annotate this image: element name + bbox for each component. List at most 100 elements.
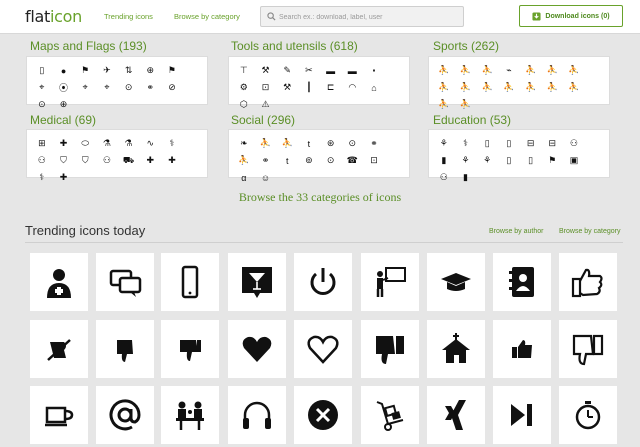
category-mini-icon[interactable]: ⚇ [31,152,53,169]
category-mini-icon[interactable]: α [233,169,255,186]
category-mini-icon[interactable]: ❧ [233,135,255,152]
category-mini-icon[interactable]: ⛟ [118,152,140,169]
category-title-education[interactable]: Education (53) [433,113,511,127]
category-mini-icon[interactable]: ⚒ [276,79,298,96]
category-mini-icon[interactable]: ▯ [31,62,53,79]
trending-tile[interactable] [427,386,485,444]
category-mini-icon[interactable]: ⌂ [363,79,385,96]
download-icons-button[interactable]: Download icons (0) [519,5,623,27]
category-mini-icon[interactable]: ☺ [255,169,277,186]
category-mini-icon[interactable]: ▯ [520,152,542,169]
trending-tile[interactable] [427,320,485,378]
category-mini-icon[interactable]: ⚘ [455,152,477,169]
category-mini-icon[interactable]: ⊞ [31,135,53,152]
category-mini-icon[interactable]: ⊡ [363,152,385,169]
trending-tile[interactable] [228,320,286,378]
category-mini-icon[interactable]: ⬭ [74,135,96,152]
category-title-social[interactable]: Social (296) [231,113,295,127]
category-mini-icon[interactable]: ⊟ [520,135,542,152]
category-icons-tools[interactable]: ⊤ ⚒ ✎ ✂ ▬ ▬ ⬝ ⚙ ⊡ ⚒ ┃ ⊏ ◠ ⌂ ⬡ ⚠ [228,56,410,109]
flaticon-logo[interactable]: flaticon [25,7,82,26]
category-mini-icon[interactable]: ⊘ [161,79,183,96]
trending-tile[interactable] [161,253,219,311]
category-mini-icon[interactable]: ⇅ [118,62,140,79]
category-mini-icon[interactable]: ⬝ [363,62,385,79]
category-title-medical[interactable]: Medical (69) [30,113,96,127]
category-mini-icon[interactable]: ▮ [455,169,477,186]
trending-tile[interactable] [228,253,286,311]
category-mini-icon[interactable]: ⚑ [541,152,563,169]
trending-tile[interactable] [493,386,551,444]
category-mini-icon[interactable]: ⊕ [139,62,161,79]
category-mini-icon[interactable]: ⛹ [433,96,455,113]
category-mini-icon[interactable]: ◠ [341,79,363,96]
browse-by-author-link[interactable]: Browse by author [489,228,543,235]
category-mini-icon[interactable]: ⚠ [255,96,277,113]
category-mini-icon[interactable]: ⛹ [563,62,585,79]
category-mini-icon[interactable]: ⛉ [74,152,96,169]
trending-tile[interactable] [294,386,352,444]
trending-tile[interactable] [161,386,219,444]
category-mini-icon[interactable]: ⌁ [498,62,520,79]
category-mini-icon[interactable]: ▯ [498,152,520,169]
category-mini-icon[interactable]: ⚇ [433,169,455,186]
category-mini-icon[interactable]: ⊙ [320,152,342,169]
category-mini-icon[interactable]: ⚇ [563,135,585,152]
category-mini-icon[interactable]: ⛉ [53,152,75,169]
category-mini-icon[interactable]: ⊤ [233,62,255,79]
category-mini-icon[interactable]: ⛹ [455,62,477,79]
category-mini-icon[interactable]: ⚕ [161,135,183,152]
category-mini-icon[interactable]: ▯ [498,135,520,152]
nav-trending-icons[interactable]: Trending icons [104,12,153,21]
category-mini-icon[interactable]: ┃ [298,79,320,96]
category-mini-icon[interactable]: ⚙ [233,79,255,96]
category-mini-icon[interactable]: ▣ [563,152,585,169]
category-mini-icon[interactable]: ⚘ [433,135,455,152]
trending-tile[interactable] [30,320,88,378]
category-mini-icon[interactable]: ⚗ [96,135,118,152]
category-mini-icon[interactable]: ⊚ [298,152,320,169]
trending-tile[interactable] [161,320,219,378]
category-mini-icon[interactable]: ▮ [433,152,455,169]
trending-tile[interactable] [361,253,419,311]
category-mini-icon[interactable]: ⛹ [541,62,563,79]
category-mini-icon[interactable]: ⊛ [320,135,342,152]
category-icons-social[interactable]: ❧ ⛹ ⛹ t ⊛ ⊙ ⚭ ⛹ ⚭ t ⊚ ⊙ ☎ ⊡ α ☺ [228,129,410,183]
trending-tile[interactable] [559,253,617,311]
category-mini-icon[interactable]: ⚇ [96,152,118,169]
trending-tile[interactable] [294,320,352,378]
category-mini-icon[interactable]: ⛹ [476,79,498,96]
category-mini-icon[interactable]: ⛹ [276,135,298,152]
category-mini-icon[interactable]: ∿ [139,135,161,152]
category-mini-icon[interactable]: ⌖ [96,79,118,96]
category-mini-icon[interactable]: ▬ [320,62,342,79]
trending-tile[interactable] [559,320,617,378]
category-mini-icon[interactable]: ⊙ [118,79,140,96]
category-mini-icon[interactable]: ⚭ [139,79,161,96]
category-mini-icon[interactable]: ● [53,62,75,79]
category-mini-icon[interactable]: ⚗ [118,135,140,152]
category-mini-icon[interactable]: ⛹ [433,62,455,79]
category-mini-icon[interactable]: ⛹ [520,79,542,96]
category-mini-icon[interactable]: ⛹ [563,79,585,96]
trending-tile[interactable] [30,386,88,444]
category-mini-icon[interactable]: ▬ [341,62,363,79]
category-icons-medical[interactable]: ⊞ ✚ ⬭ ⚗ ⚗ ∿ ⚕ ⚇ ⛉ ⛉ ⚇ ⛟ ✚ ✚ ⚕ ✚ [26,129,208,182]
category-mini-icon[interactable]: ⚘ [476,152,498,169]
category-mini-icon[interactable]: ⚕ [31,169,53,186]
category-title-tools[interactable]: Tools and utensils (618) [231,39,358,53]
category-mini-icon[interactable]: ✂ [298,62,320,79]
category-mini-icon[interactable]: ⊙ [31,96,53,113]
trending-tile[interactable] [96,320,154,378]
category-mini-icon[interactable]: ⛹ [498,79,520,96]
category-mini-icon[interactable]: ⚭ [363,135,385,152]
category-title-sports[interactable]: Sports (262) [433,39,499,53]
category-mini-icon[interactable]: ⚒ [255,62,277,79]
trending-tile[interactable] [96,386,154,444]
category-mini-icon[interactable]: ⊕ [53,96,75,113]
category-mini-icon[interactable]: ✚ [53,135,75,152]
category-mini-icon[interactable]: ⛹ [476,62,498,79]
category-icons-education[interactable]: ⚘ ⚕ ▯ ▯ ⊟ ⊟ ⚇ ▮ ⚘ ⚘ ▯ ▯ ⚑ ▣ ⚇ ▮ [428,129,610,182]
trending-tile[interactable] [559,386,617,444]
category-mini-icon[interactable]: ⊟ [541,135,563,152]
